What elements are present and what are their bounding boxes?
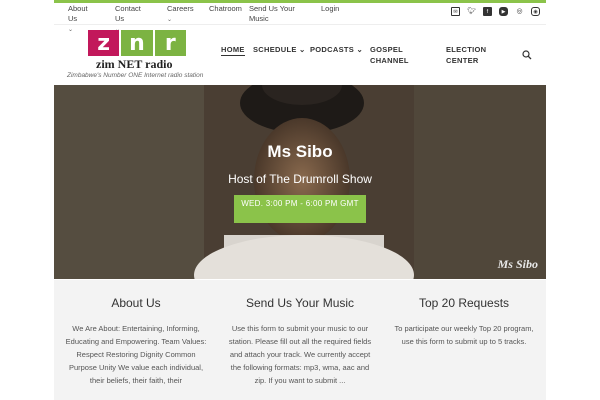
show-time-button[interactable]: WED. 3:00 PM - 6:00 PM GMT [234, 195, 366, 223]
topnav-chatroom[interactable]: Chatroom [209, 4, 242, 14]
logo[interactable]: z n r [88, 30, 186, 56]
nav-label: SCHEDULE [253, 45, 297, 54]
topnav-label: Send Us Your Music [249, 4, 295, 23]
info-columns: About Us We Are About: Entertaining, Inf… [54, 280, 546, 400]
column-title[interactable]: Top 20 Requests [392, 296, 536, 310]
instagram-icon[interactable]: ◉ [531, 7, 540, 16]
soundcloud-icon[interactable]: ◎ [515, 7, 524, 16]
column-text: Use this form to submit your music to ou… [228, 324, 372, 385]
topnav-send-us-your-music[interactable]: Send Us Your Music [249, 4, 307, 24]
logo-name: zim NET radio [96, 57, 173, 71]
nav-label: HOME [221, 45, 245, 54]
topnav-login[interactable]: Login [321, 4, 339, 14]
topnav-careers[interactable]: Careers ⌄ [167, 4, 194, 25]
column-text: We Are About: Entertaining, Informing, E… [65, 324, 207, 385]
topnav-label: Chatroom [209, 4, 242, 13]
nav-label: ELECTION CENTER [446, 45, 487, 65]
youtube-icon[interactable]: ▶ [499, 7, 508, 16]
nav-election-center[interactable]: ELECTION CENTER [446, 44, 498, 66]
chevron-down-icon: ⌄ [299, 45, 306, 54]
hero-subtitle: Host of The Drumroll Show [228, 172, 372, 186]
nav-schedule[interactable]: SCHEDULE ⌄ [253, 44, 306, 55]
email-icon[interactable]: ✉ [451, 7, 460, 16]
site-header: z n r zim NET radio Zimbabwe's Number ON… [54, 26, 546, 84]
nav-gospel-channel[interactable]: GOSPEL CHANNEL [370, 44, 418, 66]
about-us-column: About Us We Are About: Entertaining, Inf… [54, 280, 218, 400]
hero-title: Ms Sibo [267, 142, 333, 161]
logo-letter-r: r [154, 30, 186, 56]
chevron-down-icon: ⌄ [167, 17, 173, 23]
photo-watermark: Ms Sibo [497, 257, 538, 271]
chevron-down-icon: ⌄ [356, 45, 364, 54]
topnav-label: Contact Us [115, 4, 141, 23]
facebook-icon[interactable]: f [483, 7, 492, 16]
top20-column: Top 20 Requests To participate our weekl… [382, 280, 546, 400]
send-music-column: Send Us Your Music Use this form to subm… [218, 280, 382, 400]
top-bar: About Us ⌄ Contact Us ⌄ Careers ⌄ Chatro… [54, 3, 546, 33]
topnav-label: About Us [68, 4, 88, 23]
nav-podcasts[interactable]: PODCASTS ⌄ [310, 44, 363, 55]
hero-slider: Ms Sibo Host of The Drumroll Show WED. 3… [54, 85, 546, 279]
search-icon[interactable] [522, 50, 532, 60]
social-links: ✉ 🐦︎ f ▶ ◎ ◉ [451, 7, 540, 16]
topnav-label: Careers [167, 4, 194, 13]
nav-home[interactable]: HOME [221, 44, 245, 56]
column-title[interactable]: Send Us Your Music [228, 296, 372, 310]
tagline: Zimbabwe's Number ONE Internet radio sta… [67, 72, 204, 79]
topnav-label: Login [321, 4, 340, 13]
logo-letter-n: n [121, 30, 153, 56]
column-text: To participate our weekly Top 20 program… [394, 324, 534, 346]
nav-label: GOSPEL CHANNEL [370, 45, 409, 65]
column-title[interactable]: About Us [64, 296, 208, 310]
twitter-icon[interactable]: 🐦︎ [467, 7, 476, 16]
nav-label: PODCASTS [310, 45, 355, 54]
logo-letter-z: z [88, 30, 120, 56]
